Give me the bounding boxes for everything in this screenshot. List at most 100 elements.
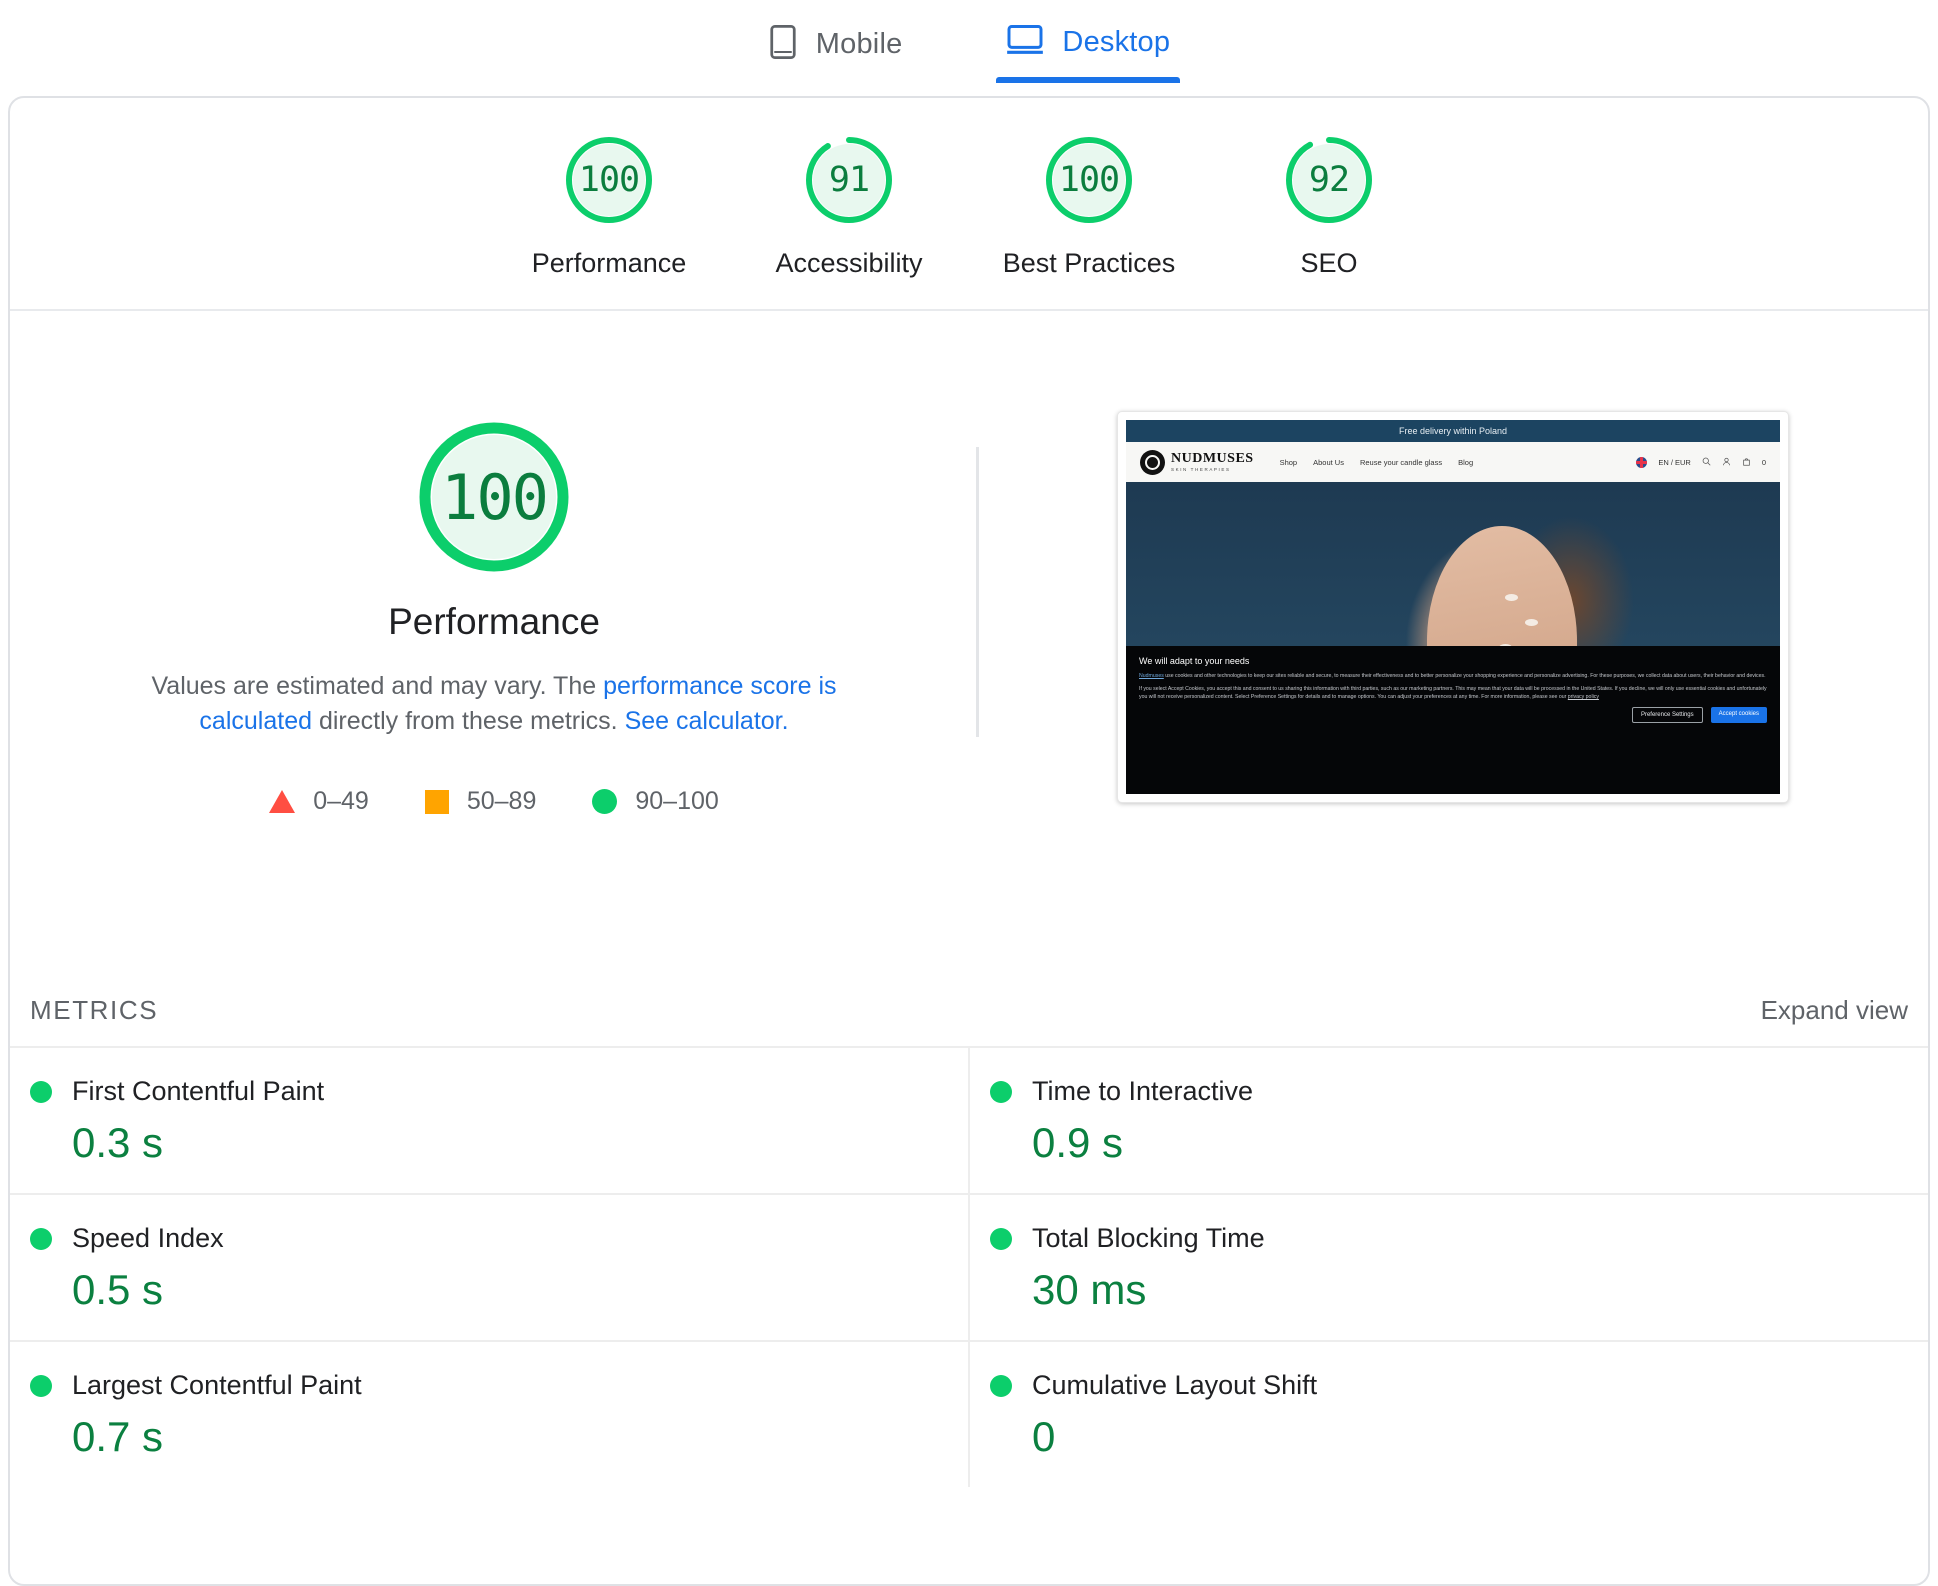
- flag-icon: [1636, 456, 1648, 468]
- gauge-seo: 92: [1283, 134, 1375, 226]
- performance-overview: 100 Performance Values are estimated and…: [10, 311, 1928, 991]
- site-nav-utilities: EN / EUR 0: [1636, 456, 1766, 468]
- cookie-banner-paragraph-2: If you select Accept Cookies, you accept…: [1139, 685, 1767, 701]
- legend-label-fail: 0–49: [313, 787, 369, 815]
- report-card: 100 Performance 91 Accessibility 100 Bes…: [8, 96, 1930, 1586]
- metric-value: 0: [1032, 1413, 1056, 1460]
- metric-value: 30 ms: [1032, 1266, 1147, 1313]
- site-announcement-bar: Free delivery within Poland: [1126, 420, 1780, 442]
- cookie-paragraph-2-text: If you select Accept Cookies, you accept…: [1139, 686, 1767, 701]
- metric-speed-index[interactable]: Speed Index 0.5 s: [10, 1193, 968, 1340]
- metric-value: 0.9 s: [1032, 1119, 1124, 1166]
- metric-name: First Contentful Paint: [72, 1076, 325, 1106]
- cookie-banner-title: We will adapt to your needs: [1139, 656, 1250, 666]
- score-seo[interactable]: 92 SEO: [1209, 134, 1449, 279]
- form-factor-tabs: Mobile Desktop: [0, 0, 1938, 96]
- status-dot-pass-icon: [30, 1080, 52, 1103]
- gauge-accessibility: 91: [803, 134, 895, 226]
- site-nav-link-about: About Us: [1313, 457, 1344, 467]
- metric-value: 0.5 s: [72, 1266, 164, 1313]
- site-nav-link-reuse: Reuse your candle glass: [1359, 457, 1443, 467]
- status-dot-pass-icon: [30, 1227, 52, 1250]
- legend-item-fail: 0–49: [269, 787, 369, 816]
- mobile-icon: [768, 24, 798, 65]
- score-performance[interactable]: 100 Performance: [489, 134, 729, 279]
- final-screenshot-frame[interactable]: Free delivery within Poland NUDMUSES SKI…: [1117, 411, 1789, 803]
- cookie-brand-link[interactable]: Nudmuses: [1139, 673, 1164, 679]
- final-screenshot-area: Free delivery within Poland NUDMUSES SKI…: [978, 311, 1928, 991]
- gauge-performance-large: 100: [416, 419, 572, 575]
- tab-desktop[interactable]: Desktop: [996, 10, 1181, 83]
- site-hero-image: We will adapt to your needs Nudmuses use…: [1126, 482, 1780, 794]
- score-accessibility[interactable]: 91 Accessibility: [729, 134, 969, 279]
- score-accessibility-label: Accessibility: [775, 248, 923, 278]
- performance-description: Values are estimated and may vary. The p…: [94, 669, 894, 739]
- metric-value: 0.3 s: [72, 1119, 164, 1166]
- triangle-icon: [269, 790, 296, 813]
- gauge-performance: 100: [563, 134, 655, 226]
- desktop-icon: [1006, 24, 1044, 61]
- metrics-column-right: Time to Interactive 0.9 s Total Blocking…: [970, 1046, 1928, 1487]
- site-screenshot: Free delivery within Poland NUDMUSES SKI…: [1126, 420, 1780, 794]
- metric-name: Total Blocking Time: [1032, 1223, 1265, 1253]
- status-dot-pass-icon: [30, 1374, 52, 1397]
- metric-name: Cumulative Layout Shift: [1032, 1370, 1318, 1400]
- accept-cookies-button[interactable]: Accept cookies: [1710, 707, 1767, 724]
- metric-name: Time to Interactive: [1032, 1076, 1254, 1106]
- cart-icon: [1742, 457, 1751, 468]
- performance-summary: 100 Performance Values are estimated and…: [10, 311, 978, 991]
- legend-label-pass: 90–100: [635, 787, 719, 815]
- description-prefix: Values are estimated and may vary. The: [151, 672, 604, 700]
- square-icon: [424, 789, 449, 814]
- site-nav-links: Shop About Us Reuse your candle glass Bl…: [1280, 458, 1474, 467]
- status-dot-pass-icon: [990, 1227, 1012, 1250]
- expand-view-button[interactable]: Expand view: [1761, 995, 1908, 1026]
- legend-label-average: 50–89: [466, 787, 537, 815]
- legend-item-pass: 90–100: [592, 787, 719, 816]
- score-best-practices-label: Best Practices: [1002, 248, 1176, 278]
- cookie-paragraph-1-text: use cookies and other technologies to ke…: [1163, 673, 1766, 679]
- gauge-accessibility-value: 91: [828, 160, 870, 200]
- gauge-best-practices-value: 100: [1058, 160, 1120, 200]
- gauge-performance-large-value: 100: [441, 460, 549, 534]
- category-score-row: 100 Performance 91 Accessibility 100 Bes…: [10, 98, 1928, 311]
- performance-title: Performance: [388, 601, 600, 642]
- site-logo: NUDMUSES SKIN THERAPIES: [1140, 449, 1254, 475]
- metric-largest-contentful-paint[interactable]: Largest Contentful Paint 0.7 s: [10, 1340, 968, 1487]
- metrics-grid: First Contentful Paint 0.3 s Speed Index…: [10, 1046, 1928, 1487]
- tab-mobile-label: Mobile: [815, 28, 903, 60]
- site-locale-label: EN / EUR: [1658, 457, 1691, 467]
- site-nav-link-shop: Shop: [1279, 457, 1298, 467]
- vertical-divider: [976, 447, 979, 737]
- site-nav-bar: NUDMUSES SKIN THERAPIES Shop About Us Re…: [1126, 442, 1780, 482]
- legend-item-average: 50–89: [424, 787, 537, 816]
- metric-first-contentful-paint[interactable]: First Contentful Paint 0.3 s: [10, 1046, 968, 1193]
- tab-mobile[interactable]: Mobile: [758, 10, 913, 87]
- privacy-policy-link[interactable]: privacy policy: [1568, 694, 1599, 700]
- metric-cumulative-layout-shift[interactable]: Cumulative Layout Shift 0: [970, 1340, 1928, 1487]
- description-middle: directly from these metrics.: [312, 707, 625, 735]
- score-best-practices[interactable]: 100 Best Practices: [969, 134, 1209, 279]
- site-brand-name: NUDMUSES: [1171, 450, 1254, 466]
- gauge-performance-value: 100: [578, 160, 640, 200]
- metric-name: Largest Contentful Paint: [72, 1370, 362, 1400]
- see-calculator-link[interactable]: See calculator.: [625, 707, 789, 735]
- cart-count: 0: [1761, 457, 1766, 467]
- score-legend: 0–49 50–89 90–100: [269, 787, 719, 816]
- site-brand-tagline: SKIN THERAPIES: [1171, 466, 1231, 472]
- metrics-column-left: First Contentful Paint 0.3 s Speed Index…: [10, 1046, 970, 1487]
- metric-total-blocking-time[interactable]: Total Blocking Time 30 ms: [970, 1193, 1928, 1340]
- gauge-best-practices: 100: [1043, 134, 1135, 226]
- circle-icon: [592, 789, 618, 814]
- score-performance-label: Performance: [531, 248, 687, 278]
- metric-name: Speed Index: [72, 1223, 224, 1253]
- metric-time-to-interactive[interactable]: Time to Interactive 0.9 s: [970, 1046, 1928, 1193]
- site-nav-link-blog: Blog: [1458, 457, 1474, 467]
- search-icon: [1702, 457, 1711, 468]
- cookie-banner-paragraph-1: Nudmuses use cookies and other technolog…: [1139, 672, 1767, 680]
- account-icon: [1722, 457, 1731, 468]
- preference-settings-button[interactable]: Preference Settings: [1631, 707, 1703, 724]
- cookie-banner-actions: Preference Settings Accept cookies: [1139, 707, 1767, 724]
- status-dot-pass-icon: [990, 1080, 1012, 1103]
- site-announcement-text: Free delivery within Poland: [1398, 426, 1508, 436]
